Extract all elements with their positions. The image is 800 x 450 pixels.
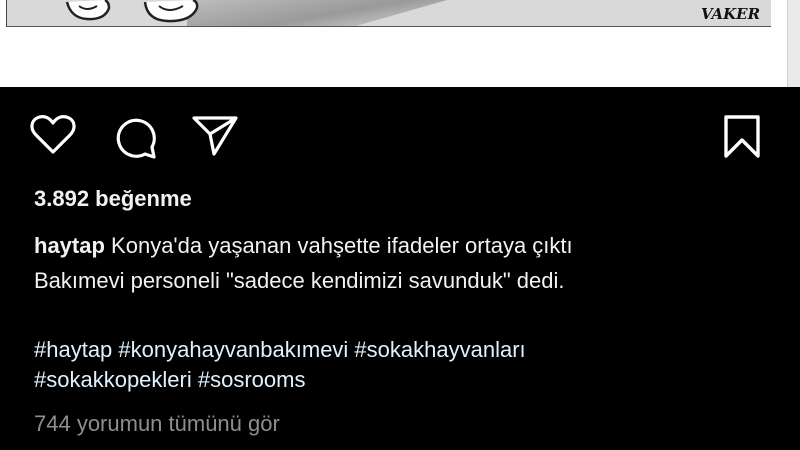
cartoon-shoe-right — [143, 0, 199, 23]
comment-bubble-icon[interactable] — [112, 114, 158, 160]
paper-plane-icon[interactable] — [190, 114, 240, 158]
cartoon-shading — [187, 0, 447, 26]
hashtags-line-2[interactable]: #sokakkopekleri #sosrooms — [34, 367, 305, 393]
post-username[interactable]: haytap — [34, 233, 105, 258]
heart-icon[interactable] — [30, 114, 76, 156]
svg-text:VAKER: VAKER — [701, 5, 760, 23]
cartoon-illustration: VAKER — [6, 0, 771, 27]
artist-signature: VAKER — [701, 5, 760, 23]
view-all-comments-link[interactable]: 744 yorumun tümünü gör — [34, 411, 280, 437]
bookmark-icon[interactable] — [722, 114, 762, 160]
caption-text: Konya'da yaşanan vahşette ifadeler ortay… — [111, 233, 573, 258]
hashtags-line-1[interactable]: #haytap #konyahayvanbakımevi #sokakhayva… — [34, 337, 526, 363]
cartoon-shoe-left — [65, 0, 111, 21]
caption-line-1: haytap Konya'da yaşanan vahşette ifadele… — [34, 233, 573, 259]
likes-count[interactable]: 3.892 beğenme — [34, 186, 192, 212]
post-image[interactable]: VAKER — [0, 0, 800, 87]
image-edge — [787, 0, 800, 87]
caption-line-2: Bakımevi personeli "sadece kendimizi sav… — [34, 268, 565, 293]
